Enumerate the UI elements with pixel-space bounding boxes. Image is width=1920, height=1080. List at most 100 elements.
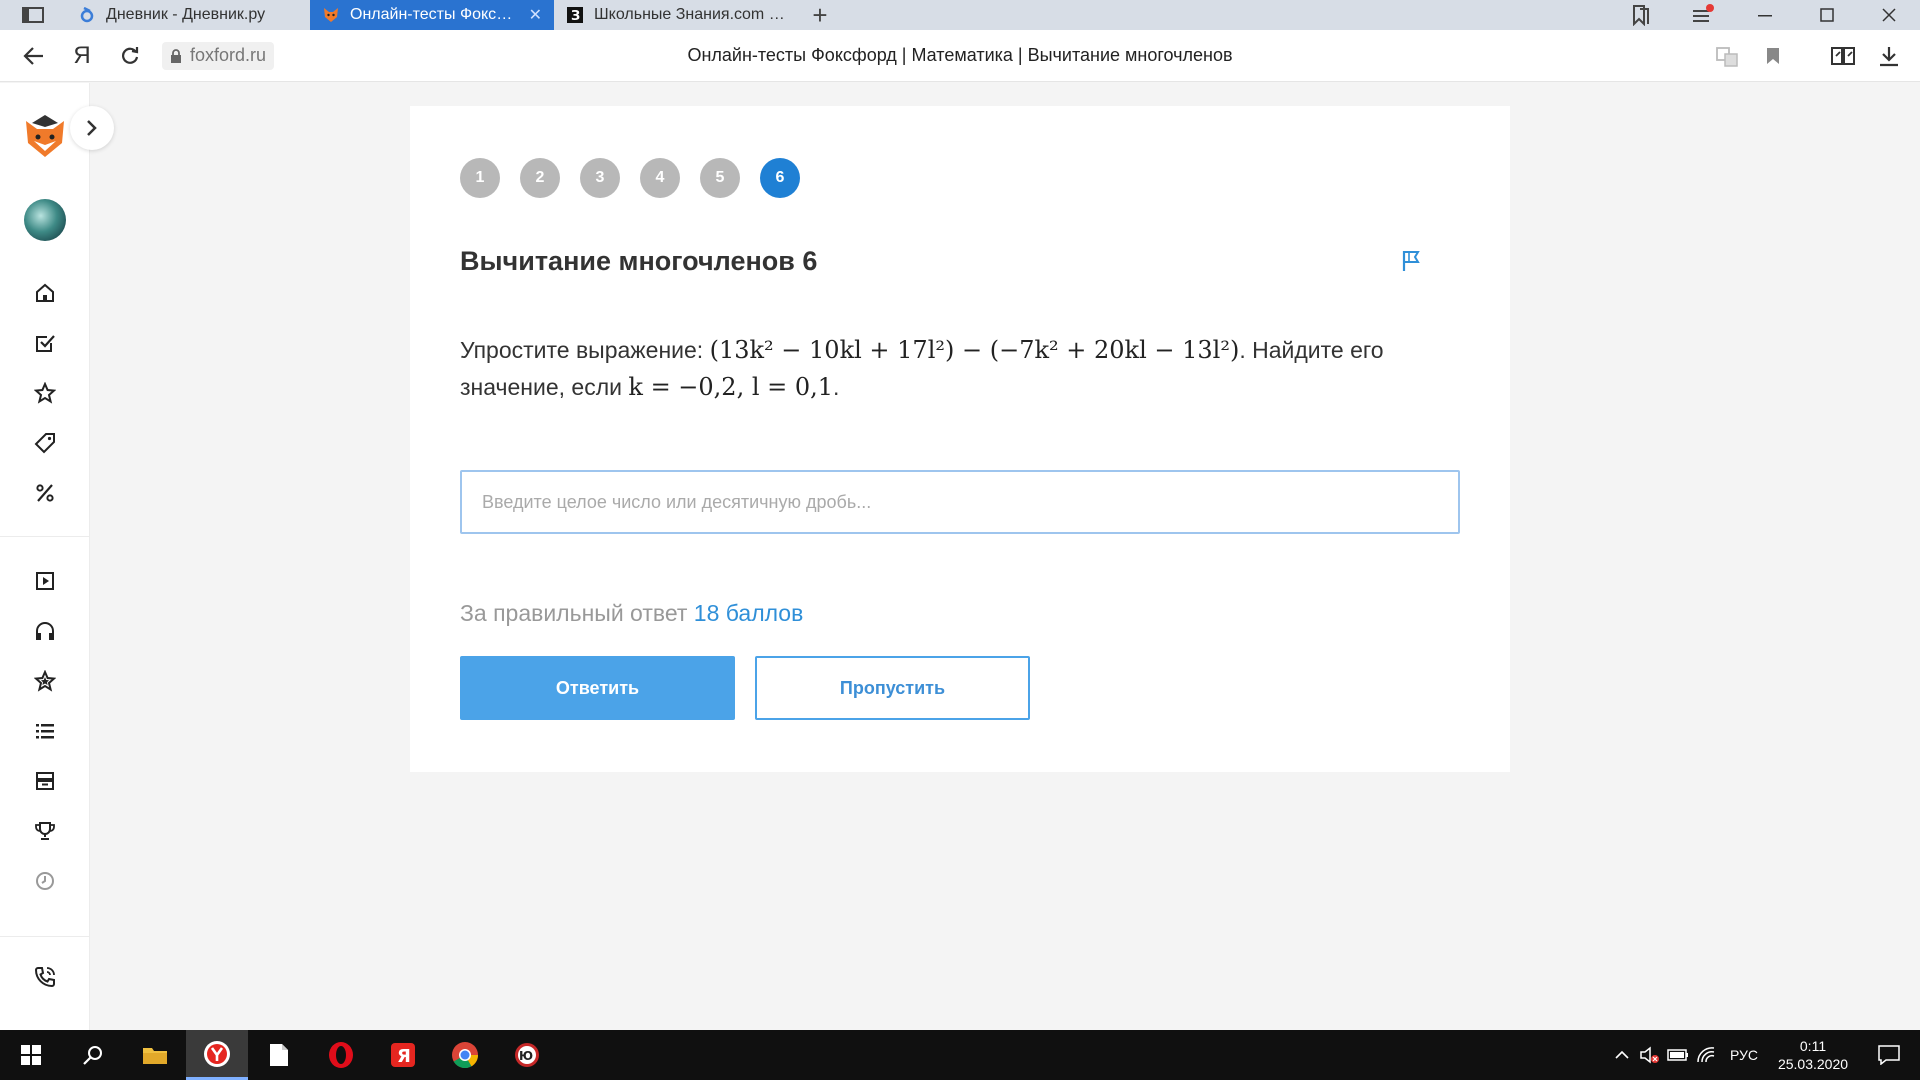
tray-volume-button[interactable]	[1636, 1030, 1664, 1080]
tab-foxford[interactable]: Онлайн-тесты Фоксфорд ✕	[310, 0, 554, 30]
translate-button[interactable]	[1704, 30, 1750, 82]
answer-input[interactable]	[460, 470, 1460, 534]
sidebar-expand-button[interactable]	[70, 106, 114, 150]
close-icon	[1882, 8, 1896, 22]
wifi-icon	[1697, 1047, 1715, 1063]
question-suffix: .	[833, 374, 840, 400]
tray-battery-button[interactable]	[1664, 1030, 1692, 1080]
language-indicator[interactable]: РУС	[1720, 1047, 1768, 1063]
minimize-button[interactable]	[1734, 0, 1796, 30]
points-value: 18 баллов	[693, 600, 804, 626]
taskbar-notepad[interactable]	[248, 1030, 310, 1080]
downloads-button[interactable]	[1866, 30, 1912, 82]
submit-answer-button[interactable]: Ответить	[460, 656, 735, 720]
back-button[interactable]	[10, 30, 58, 82]
bookmarks-icon	[1633, 5, 1649, 26]
svg-text:Ю: Ю	[519, 1049, 533, 1063]
bookmark-page-button[interactable]	[1750, 30, 1796, 82]
step-1[interactable]: 1	[460, 158, 500, 198]
sidebar-item-tags[interactable]	[29, 427, 61, 459]
task-title: Вычитание многочленов 6	[460, 246, 818, 276]
taskbar-opera[interactable]	[310, 1030, 372, 1080]
sidebar-item-audio[interactable]	[29, 615, 61, 647]
sidebar-item-phone[interactable]	[29, 961, 61, 993]
tray-expand-button[interactable]	[1608, 1030, 1636, 1080]
taskbar-yandex[interactable]: Я	[372, 1030, 434, 1080]
yandex-icon: Я	[391, 1043, 415, 1067]
sidebar-item-discounts[interactable]	[29, 477, 61, 509]
taskbar-yandex-browser[interactable]	[186, 1030, 248, 1080]
tabs-panel-button[interactable]	[0, 0, 66, 30]
home-icon	[36, 283, 54, 302]
sidebar-item-history[interactable]	[29, 865, 61, 897]
headphones-icon	[36, 622, 54, 640]
download-icon	[1880, 47, 1898, 67]
app-yu-icon: Ю	[515, 1043, 539, 1067]
list-icon	[36, 724, 54, 739]
notifications-button[interactable]	[1858, 1045, 1920, 1065]
reader-button[interactable]	[1820, 30, 1866, 82]
tab-title: Школьные Знания.com - Р	[594, 6, 786, 23]
taskbar-explorer[interactable]	[124, 1030, 186, 1080]
maximize-icon	[1820, 8, 1834, 22]
sidebar-divider	[0, 536, 90, 537]
folder-icon	[143, 1048, 167, 1064]
menu-icon	[1693, 4, 1714, 22]
close-window-button[interactable]	[1858, 0, 1920, 30]
foxford-logo-icon[interactable]	[22, 113, 68, 159]
bookmarks-button[interactable]	[1610, 0, 1672, 30]
archive-icon	[36, 772, 54, 790]
url-field[interactable]: foxford.ru	[162, 41, 275, 70]
volume-muted-icon	[1640, 1046, 1659, 1064]
arrow-left-icon	[23, 46, 43, 65]
question-prefix: Упростите выражение:	[460, 337, 710, 363]
taskbar-app-yu[interactable]: Ю	[496, 1030, 558, 1080]
phone-icon	[34, 967, 55, 988]
tag-icon	[34, 433, 55, 454]
tab-znanija[interactable]: З Школьные Знания.com - Р	[554, 0, 798, 30]
reload-icon	[122, 46, 139, 64]
sidebar-item-rating[interactable]	[29, 665, 61, 697]
reload-button[interactable]	[106, 30, 154, 82]
points-info: За правильный ответ 18 баллов	[460, 600, 803, 627]
translate-icon	[1716, 47, 1738, 67]
yandex-button[interactable]: Я	[58, 30, 106, 82]
new-tab-button[interactable]: +	[798, 0, 842, 30]
sidebar-item-tasks[interactable]	[29, 327, 61, 359]
menu-button[interactable]	[1672, 0, 1734, 30]
browser-tab-strip: Дневник - Дневник.ру Онлайн-тесты Фоксфо…	[0, 0, 1920, 30]
quiz-card: 1 2 3 4 5 6 Вычитание многочленов 6 Упро…	[410, 106, 1510, 772]
sidebar-item-home[interactable]	[29, 277, 61, 309]
left-sidebar	[0, 83, 114, 1030]
taskbar-chrome[interactable]	[434, 1030, 496, 1080]
fox-favicon-icon	[322, 6, 340, 24]
tab-dnevnik[interactable]: Дневник - Дневник.ру	[66, 0, 310, 30]
windows-taskbar: Я Ю РУС 0:11 25.03.2020	[0, 1030, 1920, 1080]
sidebar-item-list[interactable]	[29, 715, 61, 747]
url-text: foxford.ru	[190, 45, 267, 65]
star-icon	[34, 382, 56, 404]
sidebar-item-achievements[interactable]	[29, 815, 61, 847]
maximize-button[interactable]	[1796, 0, 1858, 30]
svg-text:З: З	[571, 9, 580, 23]
step-5[interactable]: 5	[700, 158, 740, 198]
clock[interactable]: 0:11 25.03.2020	[1768, 1037, 1858, 1073]
step-4[interactable]: 4	[640, 158, 680, 198]
step-2[interactable]: 2	[520, 158, 560, 198]
sidebar-item-favorites[interactable]	[29, 377, 61, 409]
step-3[interactable]: 3	[580, 158, 620, 198]
tab-close-icon[interactable]: ✕	[529, 5, 542, 25]
sidebar-divider	[0, 936, 90, 937]
report-flag-button[interactable]	[1400, 249, 1424, 273]
dnevnik-favicon-icon	[78, 6, 96, 24]
start-button[interactable]	[0, 1030, 62, 1080]
tray-network-button[interactable]	[1692, 1030, 1720, 1080]
step-6-current[interactable]: 6	[760, 158, 800, 198]
search-button[interactable]	[62, 1030, 124, 1080]
user-avatar[interactable]	[24, 199, 66, 241]
skip-button[interactable]: Пропустить	[755, 656, 1030, 720]
sidebar-item-video[interactable]	[29, 565, 61, 597]
address-bar: Я foxford.ru Онлайн-тесты Фоксфорд | Мат…	[0, 30, 1920, 82]
sidebar-item-archive[interactable]	[29, 765, 61, 797]
notification-icon	[1878, 1045, 1900, 1065]
